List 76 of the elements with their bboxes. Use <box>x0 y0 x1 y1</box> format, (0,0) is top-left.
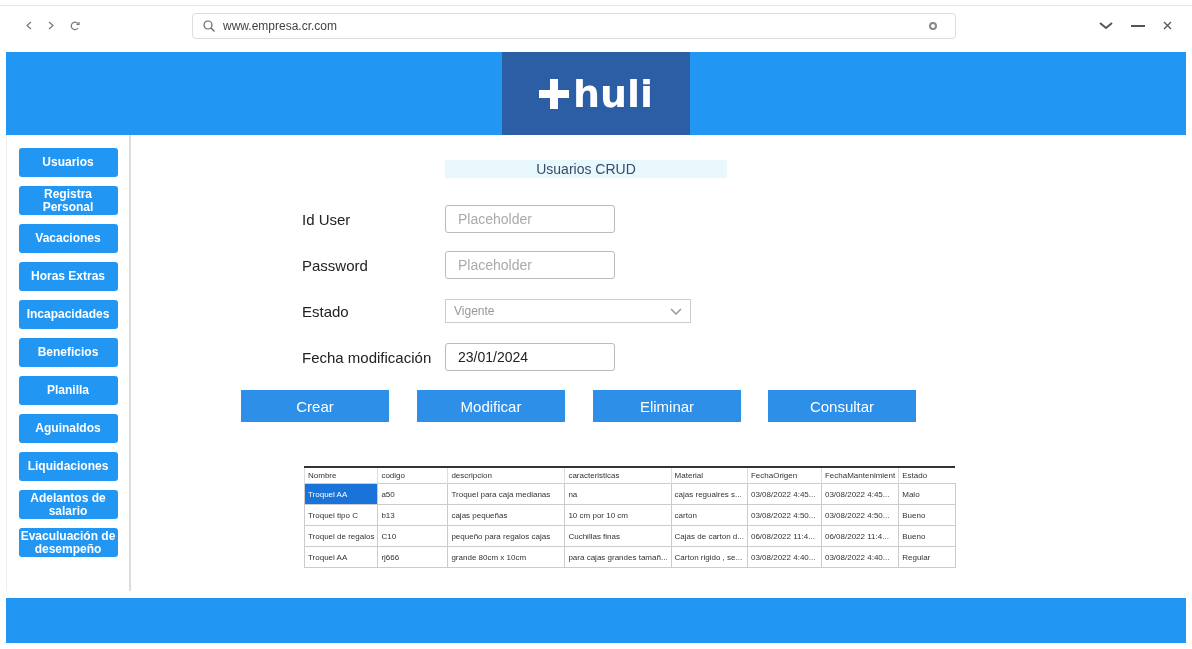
estado-dropdown[interactable]: Vigente <box>445 299 691 323</box>
sidebar-button[interactable]: Liquidaciones <box>18 452 118 481</box>
address-bar[interactable]: www.empresa.cr.com <box>192 12 956 39</box>
sidebar-button[interactable]: Beneficios <box>18 338 118 367</box>
action-button[interactable]: Consultar <box>768 390 916 422</box>
sidebar-button[interactable]: Vacaciones <box>18 224 118 253</box>
chevron-down-icon[interactable] <box>1099 21 1113 30</box>
table-cell: b13 <box>377 504 448 526</box>
table-cell: Cuchillas finas <box>564 525 672 547</box>
table-cell: carton <box>671 504 748 526</box>
sidebar-button[interactable]: Aguinaldos <box>18 414 118 443</box>
minimize-icon[interactable] <box>1131 24 1145 27</box>
input-field[interactable]: Placeholder <box>445 251 615 279</box>
column-header: caracteristicas <box>564 467 672 484</box>
column-header: descripcion <box>447 467 565 484</box>
column-header: FechaMantenimient <box>821 467 899 484</box>
table-cell[interactable]: Troquel AA <box>304 546 378 568</box>
table-cell: 03/08/2022 4:45... <box>821 483 899 505</box>
chevron-down-icon <box>670 307 682 315</box>
search-icon <box>203 19 215 32</box>
field-label: Password <box>302 256 369 274</box>
table-cell: Bueno <box>898 504 956 526</box>
column-header: codigo <box>377 467 448 484</box>
column-header: FechaOrigen <box>747 467 822 484</box>
table-cell: na <box>564 483 672 505</box>
table-cell: 03/08/2022 4:50... <box>747 504 822 526</box>
sidebar-button[interactable]: Usuarios <box>18 148 118 177</box>
table-cell: Troquel para caja medianas <box>447 483 565 505</box>
reload-icon[interactable] <box>70 20 80 31</box>
table-cell: Cajas de carton d... <box>671 525 748 547</box>
clear-icon[interactable] <box>929 21 937 30</box>
url-text: www.empresa.cr.com <box>223 18 338 33</box>
close-icon[interactable] <box>1163 21 1172 30</box>
column-header: Estado <box>898 467 956 484</box>
table-cell: 10 cm por 10 cm <box>564 504 672 526</box>
input-field[interactable]: 23/01/2024 <box>445 343 615 371</box>
forward-icon[interactable] <box>48 21 54 30</box>
table-cell: 03/08/2022 4:40... <box>747 546 822 568</box>
sidebar-button[interactable]: Horas Extras <box>18 262 118 291</box>
table-cell: cajas regualres s... <box>671 483 748 505</box>
action-button[interactable]: Eliminar <box>593 390 741 422</box>
sidebar-button[interactable]: Evaculuación de desempeño <box>18 528 118 557</box>
table-cell: pequeño para regalos cajas <box>447 525 565 547</box>
table-cell: grande 80cm x 10cm <box>447 546 565 568</box>
table-cell: 03/08/2022 4:45... <box>747 483 822 505</box>
sidebar-button[interactable]: Planilla <box>18 376 118 405</box>
field-label: Fecha modificación <box>302 348 433 366</box>
column-header: Material <box>671 467 748 484</box>
table-cell: 06/08/2022 11:4... <box>821 525 899 547</box>
plus-icon <box>538 78 569 109</box>
table-cell: 03/08/2022 4:40... <box>821 546 899 568</box>
action-button[interactable]: Modificar <box>417 390 565 422</box>
table-cell: 03/08/2022 4:50... <box>821 504 899 526</box>
table-cell: Carton rigido , se... <box>671 546 748 568</box>
table-cell: cajas pequeñas <box>447 504 565 526</box>
sidebar-button[interactable]: Incapacidades <box>18 300 118 329</box>
field-label: Id User <box>302 210 352 228</box>
field-label: Estado <box>302 302 350 320</box>
table-cell: Bueno <box>898 525 956 547</box>
table-cell: C10 <box>377 525 448 547</box>
table-cell: para cajas grandes tamañ... <box>564 546 672 568</box>
input-field[interactable]: Placeholder <box>445 205 615 233</box>
table-cell[interactable]: Troquel AA <box>304 483 378 505</box>
sidebar-button[interactable]: Registra Personal <box>18 186 118 215</box>
table-cell[interactable]: Troquel tipo C <box>304 504 378 526</box>
table-cell: Malo <box>898 483 956 505</box>
table-cell: 06/08/2022 11:4... <box>747 525 822 547</box>
table-cell: Regular <box>898 546 956 568</box>
logo-text: huli <box>572 71 654 116</box>
table-cell[interactable]: Troquel de regalos <box>304 525 378 547</box>
form-title: Usuarios CRUD <box>445 160 727 178</box>
sidebar-button[interactable]: Adelantos de salario <box>18 490 118 519</box>
table-cell: a50 <box>377 483 448 505</box>
table-cell: rj666 <box>377 546 448 568</box>
back-icon[interactable] <box>26 21 32 30</box>
action-button[interactable]: Crear <box>241 390 389 422</box>
